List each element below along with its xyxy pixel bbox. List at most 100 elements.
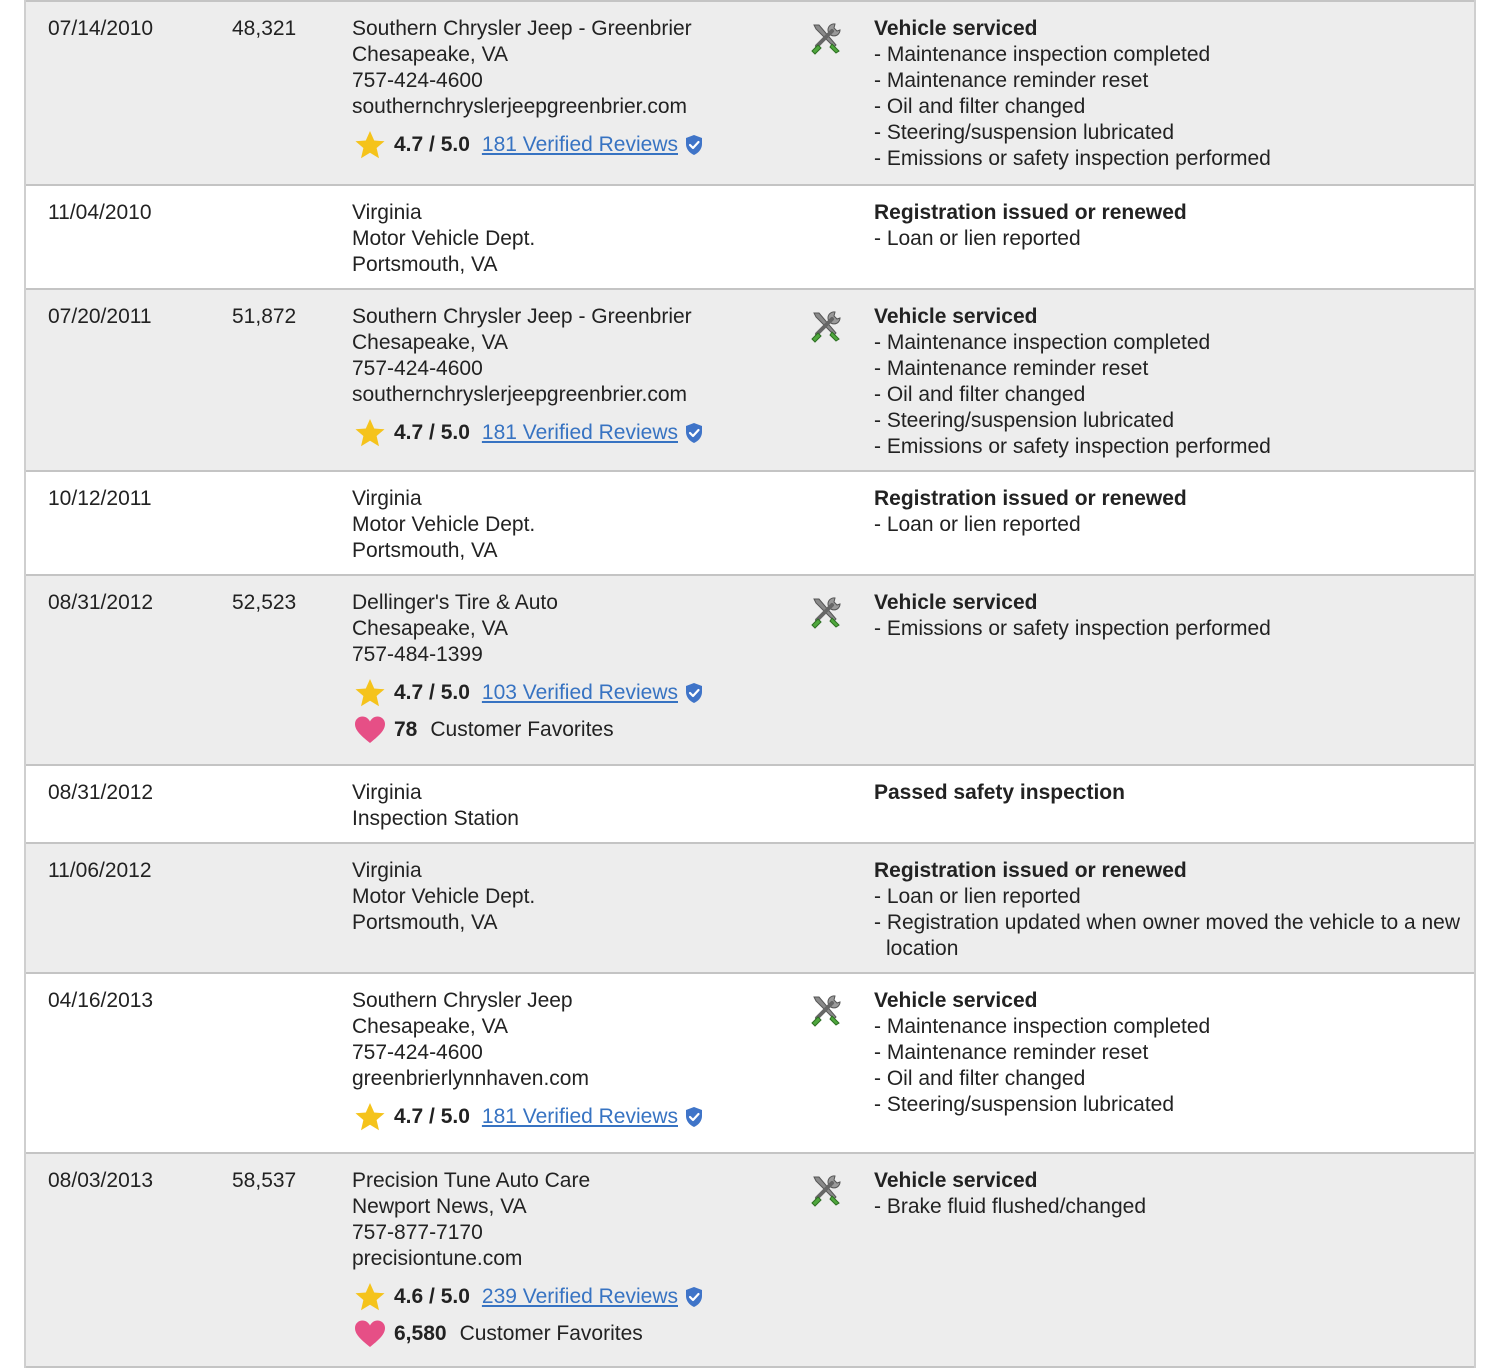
verified-reviews-link[interactable]: 181 Verified Reviews <box>482 132 678 158</box>
source-line: 757-424-4600 <box>352 69 483 92</box>
history-record-row: 07/14/2010 48,321 Southern Chrysler Jeep -… <box>26 0 1474 184</box>
event-detail: - Brake fluid flushed/changed <box>874 1195 1147 1218</box>
source-website[interactable]: greenbrierlynnhaven.com <box>352 1066 792 1092</box>
wrench-screwdriver-icon <box>808 308 844 344</box>
record-date: 08/31/2012 <box>48 781 154 804</box>
event-heading: Vehicle serviced <box>874 591 1038 614</box>
star-icon <box>354 677 386 709</box>
verified-reviews-link[interactable]: 181 Verified Reviews <box>482 1104 678 1130</box>
source-line: Chesapeake, VA <box>352 617 509 640</box>
record-details: Vehicle serviced - Maintenance inspection… <box>874 988 1464 1118</box>
star-icon <box>354 1101 386 1133</box>
star-icon <box>354 1281 386 1313</box>
history-record-row: 07/20/2011 51,872 Southern Chrysler Jeep -… <box>26 288 1474 470</box>
event-detail: - Loan or lien reported <box>874 227 1081 250</box>
shop-rating: 4.7 / 5.0 103 Verified Reviews <box>352 677 792 709</box>
heart-icon <box>354 1319 386 1349</box>
event-detail: - Registration updated when owner moved … <box>874 911 1461 960</box>
record-details: Vehicle serviced - Maintenance inspection… <box>874 16 1464 172</box>
wrench-screwdriver-icon <box>808 1172 844 1208</box>
shield-check-icon <box>684 1286 704 1308</box>
verified-reviews-link[interactable]: 239 Verified Reviews <box>482 1284 678 1310</box>
wrench-screwdriver-icon <box>808 20 844 56</box>
favorites-label: Customer Favorites <box>430 718 614 741</box>
shield-check-icon <box>684 134 704 156</box>
record-details: Registration issued or renewed - Loan or … <box>874 486 1464 538</box>
source-line: Chesapeake, VA <box>352 43 509 66</box>
source-line: Motor Vehicle Dept. <box>352 227 536 250</box>
shop-rating: 4.6 / 5.0 239 Verified Reviews <box>352 1281 792 1313</box>
record-date: 11/04/2010 <box>48 201 152 224</box>
source-line: Dellinger's Tire & Auto <box>352 591 558 614</box>
history-record-row: 11/06/2012 Virginia Motor Vehicle Dept. Por… <box>26 842 1474 972</box>
record-date: 07/14/2010 <box>48 17 154 40</box>
source-line: 757-484-1399 <box>352 643 483 666</box>
source-line: Virginia <box>352 859 422 882</box>
history-record-row: 11/04/2010 Virginia Motor Vehicle Dept. Por… <box>26 184 1474 288</box>
odometer-reading: 58,537 <box>232 1169 297 1192</box>
event-detail: - Steering/suspension lubricated <box>874 1093 1175 1116</box>
favorites-count: 6,580 <box>394 1322 447 1345</box>
event-detail: - Maintenance reminder reset <box>874 69 1149 92</box>
source-line: Portsmouth, VA <box>352 911 498 934</box>
event-heading: Registration issued or renewed <box>874 201 1187 224</box>
odometer-reading: 48,321 <box>232 17 297 40</box>
shop-rating: 4.7 / 5.0 181 Verified Reviews <box>352 129 792 161</box>
record-date: 11/06/2012 <box>48 859 152 882</box>
event-detail: - Maintenance inspection completed <box>874 1015 1211 1038</box>
odometer-reading: 52,523 <box>232 591 297 614</box>
wrench-screwdriver-icon <box>808 992 844 1028</box>
record-details: Vehicle serviced - Brake fluid flushed/ch… <box>874 1168 1464 1220</box>
star-icon <box>354 129 386 161</box>
record-source: Virginia Motor Vehicle Dept. Portsmouth, V… <box>352 858 792 936</box>
record-date: 10/12/2011 <box>48 487 152 510</box>
event-detail: - Maintenance inspection completed <box>874 331 1211 354</box>
event-detail: - Maintenance reminder reset <box>874 357 1149 380</box>
source-line: Portsmouth, VA <box>352 253 498 276</box>
verified-reviews-link[interactable]: 103 Verified Reviews <box>482 680 678 706</box>
record-details: Vehicle serviced - Emissions or safety in… <box>874 590 1464 642</box>
source-line: 757-424-4600 <box>352 357 483 380</box>
odometer-reading: 51,872 <box>232 305 297 328</box>
event-detail: - Steering/suspension lubricated <box>874 409 1175 432</box>
history-record-row: 10/12/2011 Virginia Motor Vehicle Dept. Por… <box>26 470 1474 574</box>
source-website[interactable]: southernchryslerjeepgreenbrier.com <box>352 94 792 120</box>
record-source: Southern Chrysler Jeep - Greenbrier Chesa… <box>352 16 792 161</box>
shield-check-icon <box>684 422 704 444</box>
source-line: Southern Chrysler Jeep <box>352 989 573 1012</box>
source-line: Virginia <box>352 487 422 510</box>
source-line: Chesapeake, VA <box>352 331 509 354</box>
source-website[interactable]: southernchryslerjeepgreenbrier.com <box>352 382 792 408</box>
history-record-row: 04/16/2013 Southern Chrysler Jeep Chesapea… <box>26 972 1474 1152</box>
favorites-label: Customer Favorites <box>459 1322 643 1345</box>
history-record-row: 08/03/2013 58,537 Precision Tune Auto Care… <box>26 1152 1474 1368</box>
source-line: Inspection Station <box>352 807 519 830</box>
source-line: Southern Chrysler Jeep - Greenbrier <box>352 17 692 40</box>
source-line: 757-424-4600 <box>352 1041 483 1064</box>
event-detail: - Loan or lien reported <box>874 513 1081 536</box>
verified-reviews-link[interactable]: 181 Verified Reviews <box>482 420 678 446</box>
record-source: Virginia Inspection Station <box>352 780 792 832</box>
history-record-row: 08/31/2012 Virginia Inspection Station Pass… <box>26 764 1474 842</box>
event-detail: - Oil and filter changed <box>874 95 1086 118</box>
record-date: 04/16/2013 <box>48 989 154 1012</box>
record-details: Registration issued or renewed - Loan or … <box>874 858 1464 962</box>
event-detail: - Steering/suspension lubricated <box>874 121 1175 144</box>
record-details: Passed safety inspection <box>874 780 1464 806</box>
event-heading: Vehicle serviced <box>874 989 1038 1012</box>
event-detail: - Emissions or safety inspection perform… <box>874 617 1271 640</box>
star-icon <box>354 417 386 449</box>
shop-rating: 4.7 / 5.0 181 Verified Reviews <box>352 417 792 449</box>
rating-score: 4.7 / 5.0 <box>394 133 470 156</box>
event-heading: Vehicle serviced <box>874 17 1038 40</box>
rating-score: 4.7 / 5.0 <box>394 681 470 704</box>
event-detail: - Emissions or safety inspection perform… <box>874 147 1271 170</box>
source-website[interactable]: precisiontune.com <box>352 1246 792 1272</box>
rating-score: 4.6 / 5.0 <box>394 1285 470 1308</box>
event-detail: - Maintenance inspection completed <box>874 43 1211 66</box>
event-heading: Vehicle serviced <box>874 305 1038 328</box>
event-detail: - Loan or lien reported <box>874 885 1081 908</box>
event-detail: - Oil and filter changed <box>874 1067 1086 1090</box>
record-source: Virginia Motor Vehicle Dept. Portsmouth, V… <box>352 486 792 564</box>
source-line: Newport News, VA <box>352 1195 527 1218</box>
